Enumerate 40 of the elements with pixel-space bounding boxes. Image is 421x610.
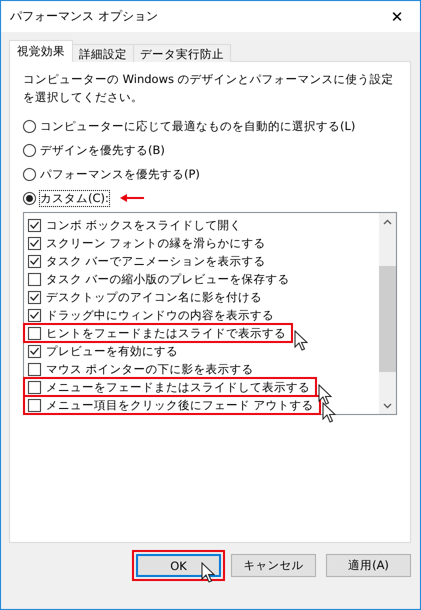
checkbox-label[interactable]: ヒントをフェードまたはスライドで表示する xyxy=(46,326,286,340)
checkbox[interactable] xyxy=(28,236,41,250)
radio-button[interactable] xyxy=(23,144,36,156)
radio-label[interactable]: コンピューターに応じて最適なものを自動的に選択する(L) xyxy=(40,118,356,134)
tab[interactable]: 視覚効果 xyxy=(9,40,73,62)
checkbox-label[interactable]: メニュー項目をクリック後にフェード アウトする xyxy=(46,398,314,412)
radio-label[interactable]: デザインを優先する(B) xyxy=(40,142,165,158)
checkbox[interactable] xyxy=(28,218,41,232)
tab[interactable]: データ実行防止 xyxy=(133,44,231,62)
radio-label[interactable]: カスタム(C): xyxy=(40,190,109,206)
close-button[interactable]: ✕ xyxy=(374,1,420,32)
checkbox-label[interactable]: スクリーン フォントの縁を滑らかにする xyxy=(46,236,266,250)
checkbox-label[interactable]: タスク バーでアニメーションを表示する xyxy=(46,254,266,268)
dialog-button[interactable]: 適用(A) xyxy=(326,554,411,577)
scrollbar-thumb[interactable] xyxy=(379,266,396,372)
checkbox[interactable] xyxy=(28,308,41,322)
checkbox-label[interactable]: プレビューを有効にする xyxy=(46,344,178,358)
checkbox-label[interactable]: メニューをフェードまたはスライドして表示する xyxy=(46,380,310,394)
radio-button[interactable] xyxy=(23,120,36,132)
tab[interactable]: 詳細設定 xyxy=(72,44,134,62)
checkbox[interactable] xyxy=(28,344,41,358)
checkbox-label[interactable]: コンボ ボックスをスライドして開く xyxy=(46,218,242,232)
radio-button[interactable] xyxy=(23,192,36,204)
checkbox[interactable] xyxy=(28,272,41,286)
checkbox[interactable] xyxy=(28,326,41,340)
radio-label[interactable]: パフォーマンスを優先する(P) xyxy=(40,166,200,182)
window-title: パフォーマンス オプション xyxy=(10,8,158,25)
checkbox-label[interactable]: デスクトップのアイコン名に影を付ける xyxy=(46,290,262,304)
description-text: コンピューターの Windows のデザインとパフォーマンスに使う設定を選択してください。 xyxy=(23,71,395,106)
checkbox[interactable] xyxy=(28,398,41,412)
checkbox-label[interactable]: ドラッグ中にウィンドウの内容を表示する xyxy=(46,308,274,322)
radio-button[interactable] xyxy=(23,168,36,180)
mouse-pointer-icon xyxy=(201,562,215,584)
checkbox-label[interactable]: タスク バーの縮小版のプレビューを保存する xyxy=(46,272,290,286)
checkbox-label[interactable]: マウス ポインターの下に影を表示する xyxy=(46,362,254,376)
checkbox[interactable] xyxy=(28,254,41,268)
checkbox[interactable] xyxy=(28,362,41,376)
checkbox[interactable] xyxy=(28,290,41,304)
checkbox[interactable] xyxy=(28,380,41,394)
dialog-button[interactable]: キャンセル xyxy=(231,554,316,577)
